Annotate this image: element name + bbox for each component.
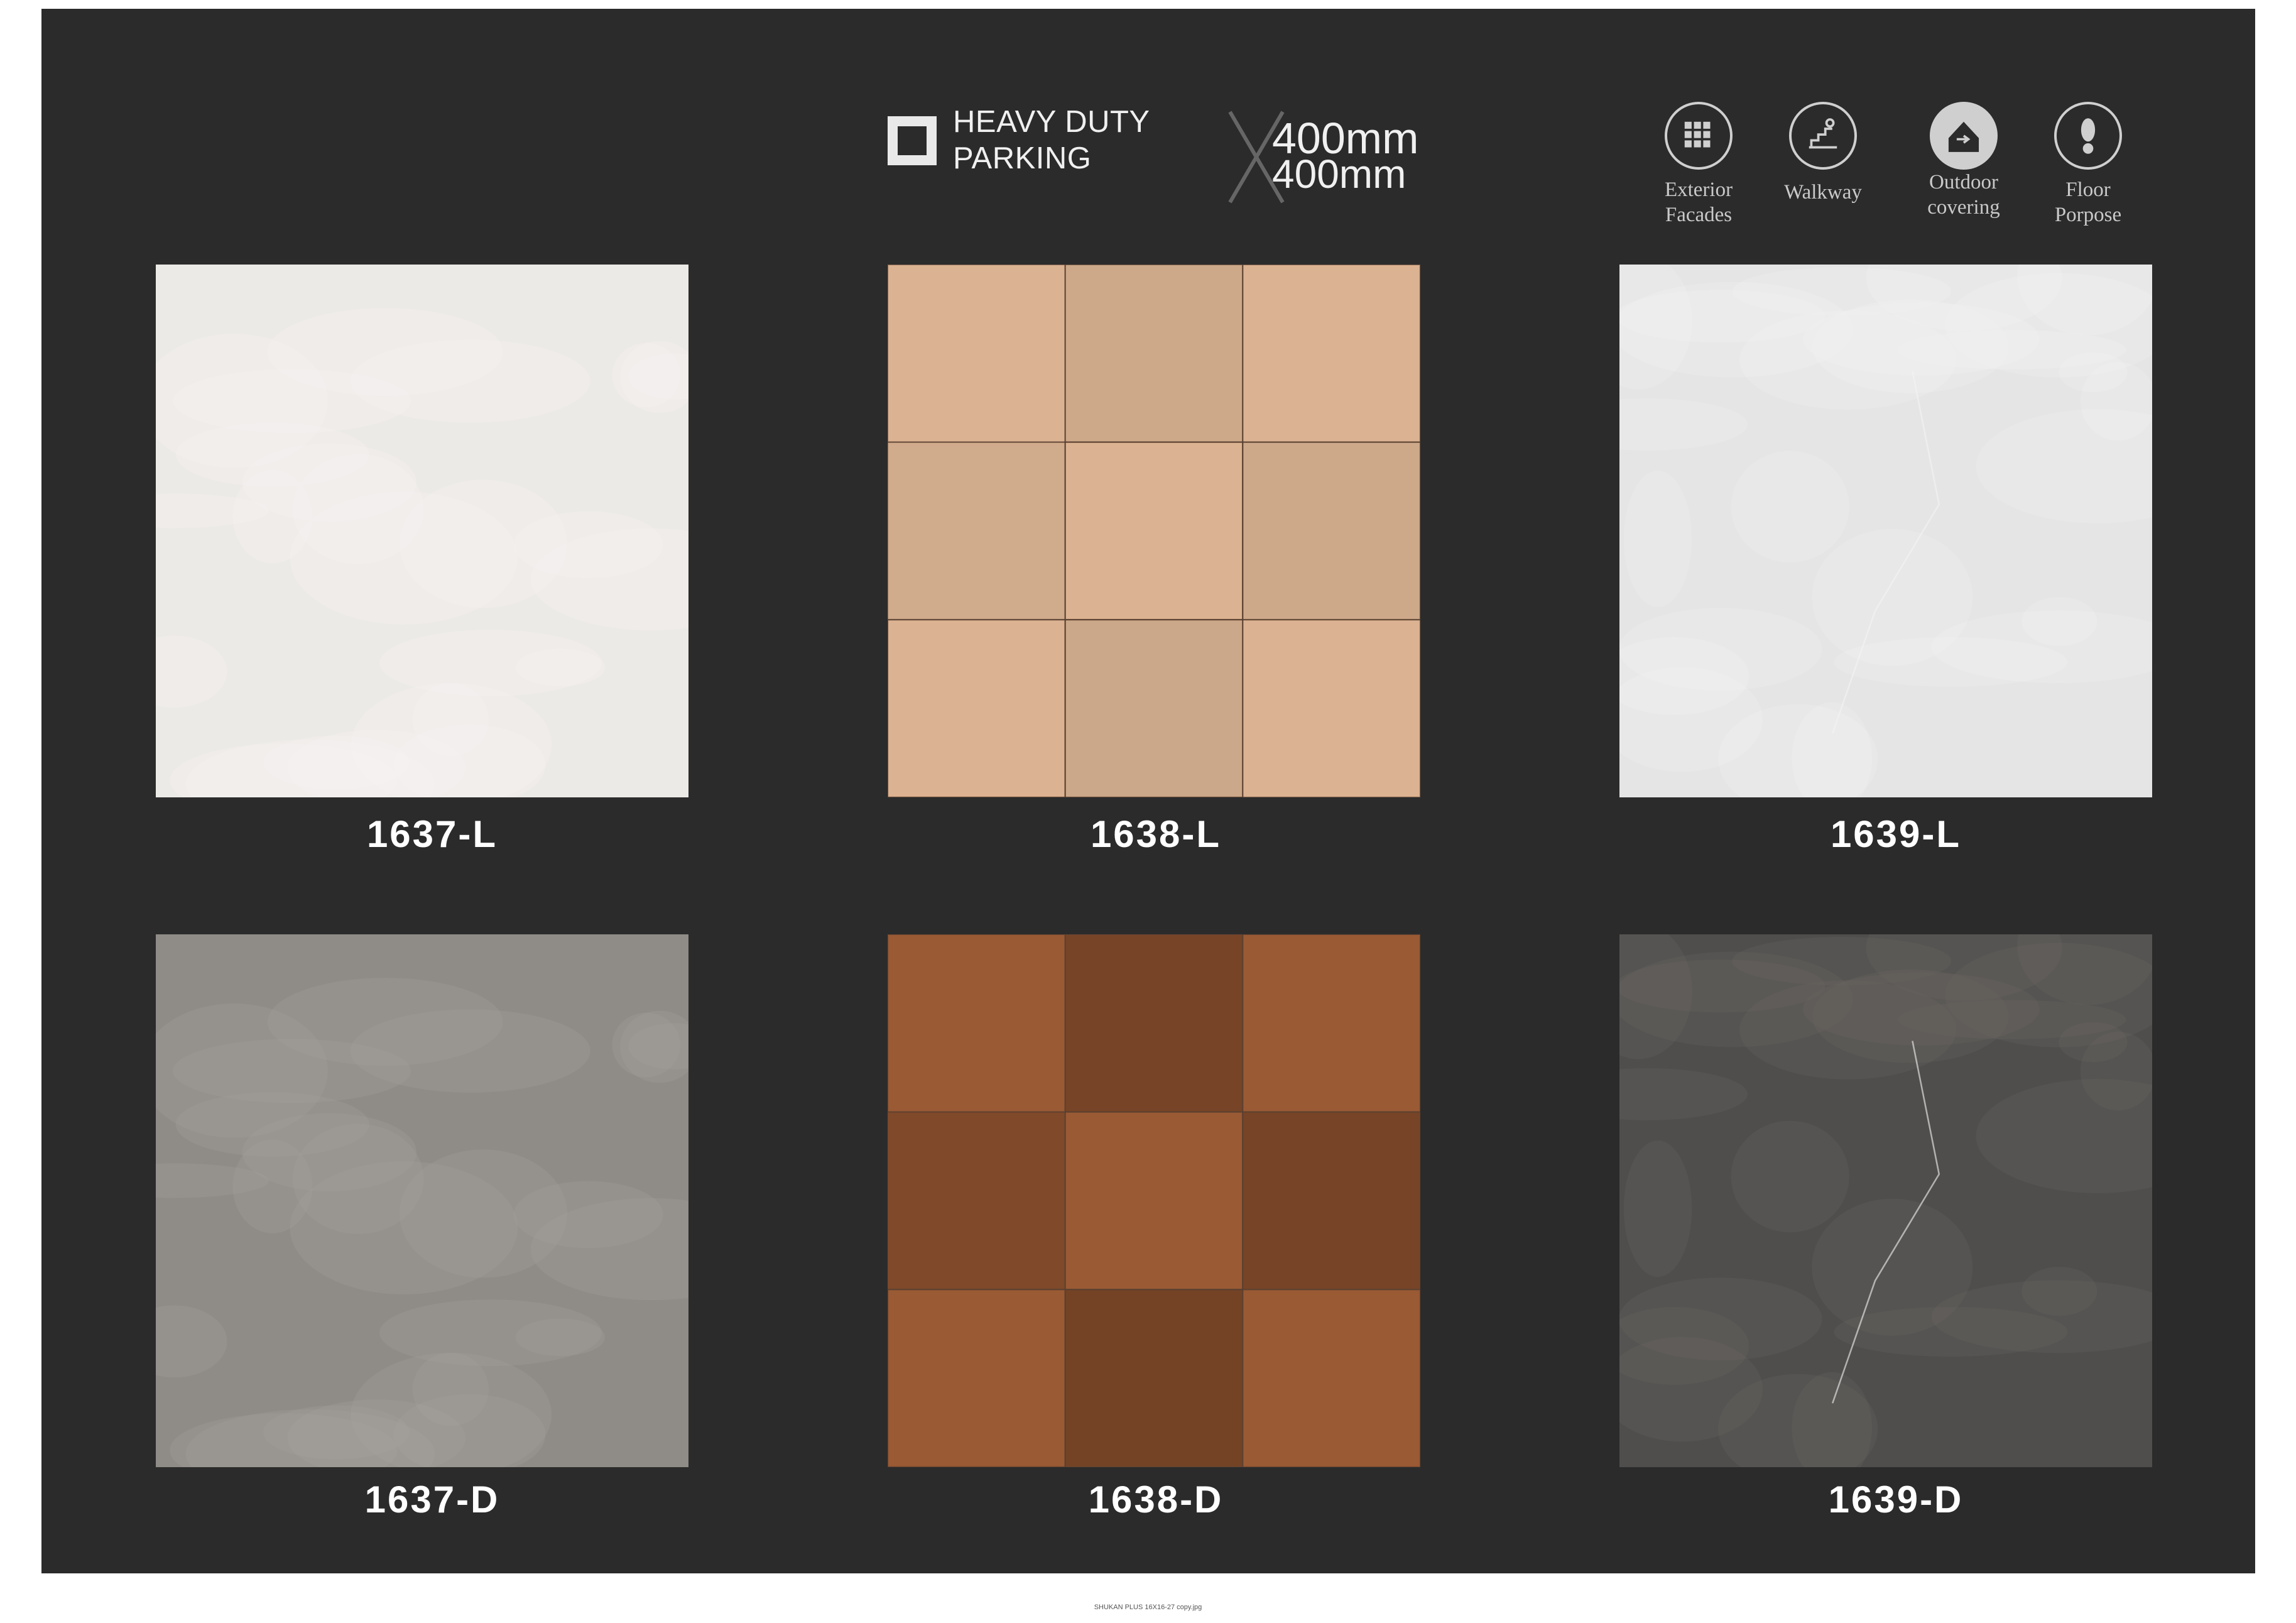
tile-image [888, 934, 1420, 1467]
tile-code: 1637-D [364, 1478, 500, 1521]
tile-image [156, 934, 688, 1467]
tile-code: 1637-L [366, 813, 498, 855]
walkway-icon [1789, 102, 1857, 170]
footer-filename: SHUKAN PLUS 16X16-27 copy.jpg [1094, 1604, 1202, 1611]
tile-image [888, 265, 1420, 797]
footprint-icon [2054, 102, 2122, 170]
size-height: 400mm [1272, 151, 1406, 197]
use-label-exterior: Exterior Facades [1664, 178, 1733, 226]
category-line-2: PARKING [953, 141, 1092, 175]
category-line-1: HEAVY DUTY [953, 105, 1150, 139]
tile-image [156, 265, 688, 797]
tile-code: 1638-L [1090, 813, 1222, 855]
tile-code: 1639-D [1828, 1478, 1964, 1521]
tile-code: 1638-D [1088, 1478, 1224, 1521]
outdoor-icon [1930, 102, 1998, 170]
tile-image [1619, 934, 2152, 1467]
use-label-floor: Floor Porpose [2054, 178, 2122, 226]
use-label-walkway: Walkway [1784, 181, 1862, 204]
grid-icon [1665, 102, 1733, 170]
square-badge-icon [888, 116, 937, 165]
use-label-outdoor: Outdoor covering [1927, 171, 2000, 219]
tile-image [1619, 265, 2152, 797]
tile-code: 1639-L [1830, 813, 1962, 855]
